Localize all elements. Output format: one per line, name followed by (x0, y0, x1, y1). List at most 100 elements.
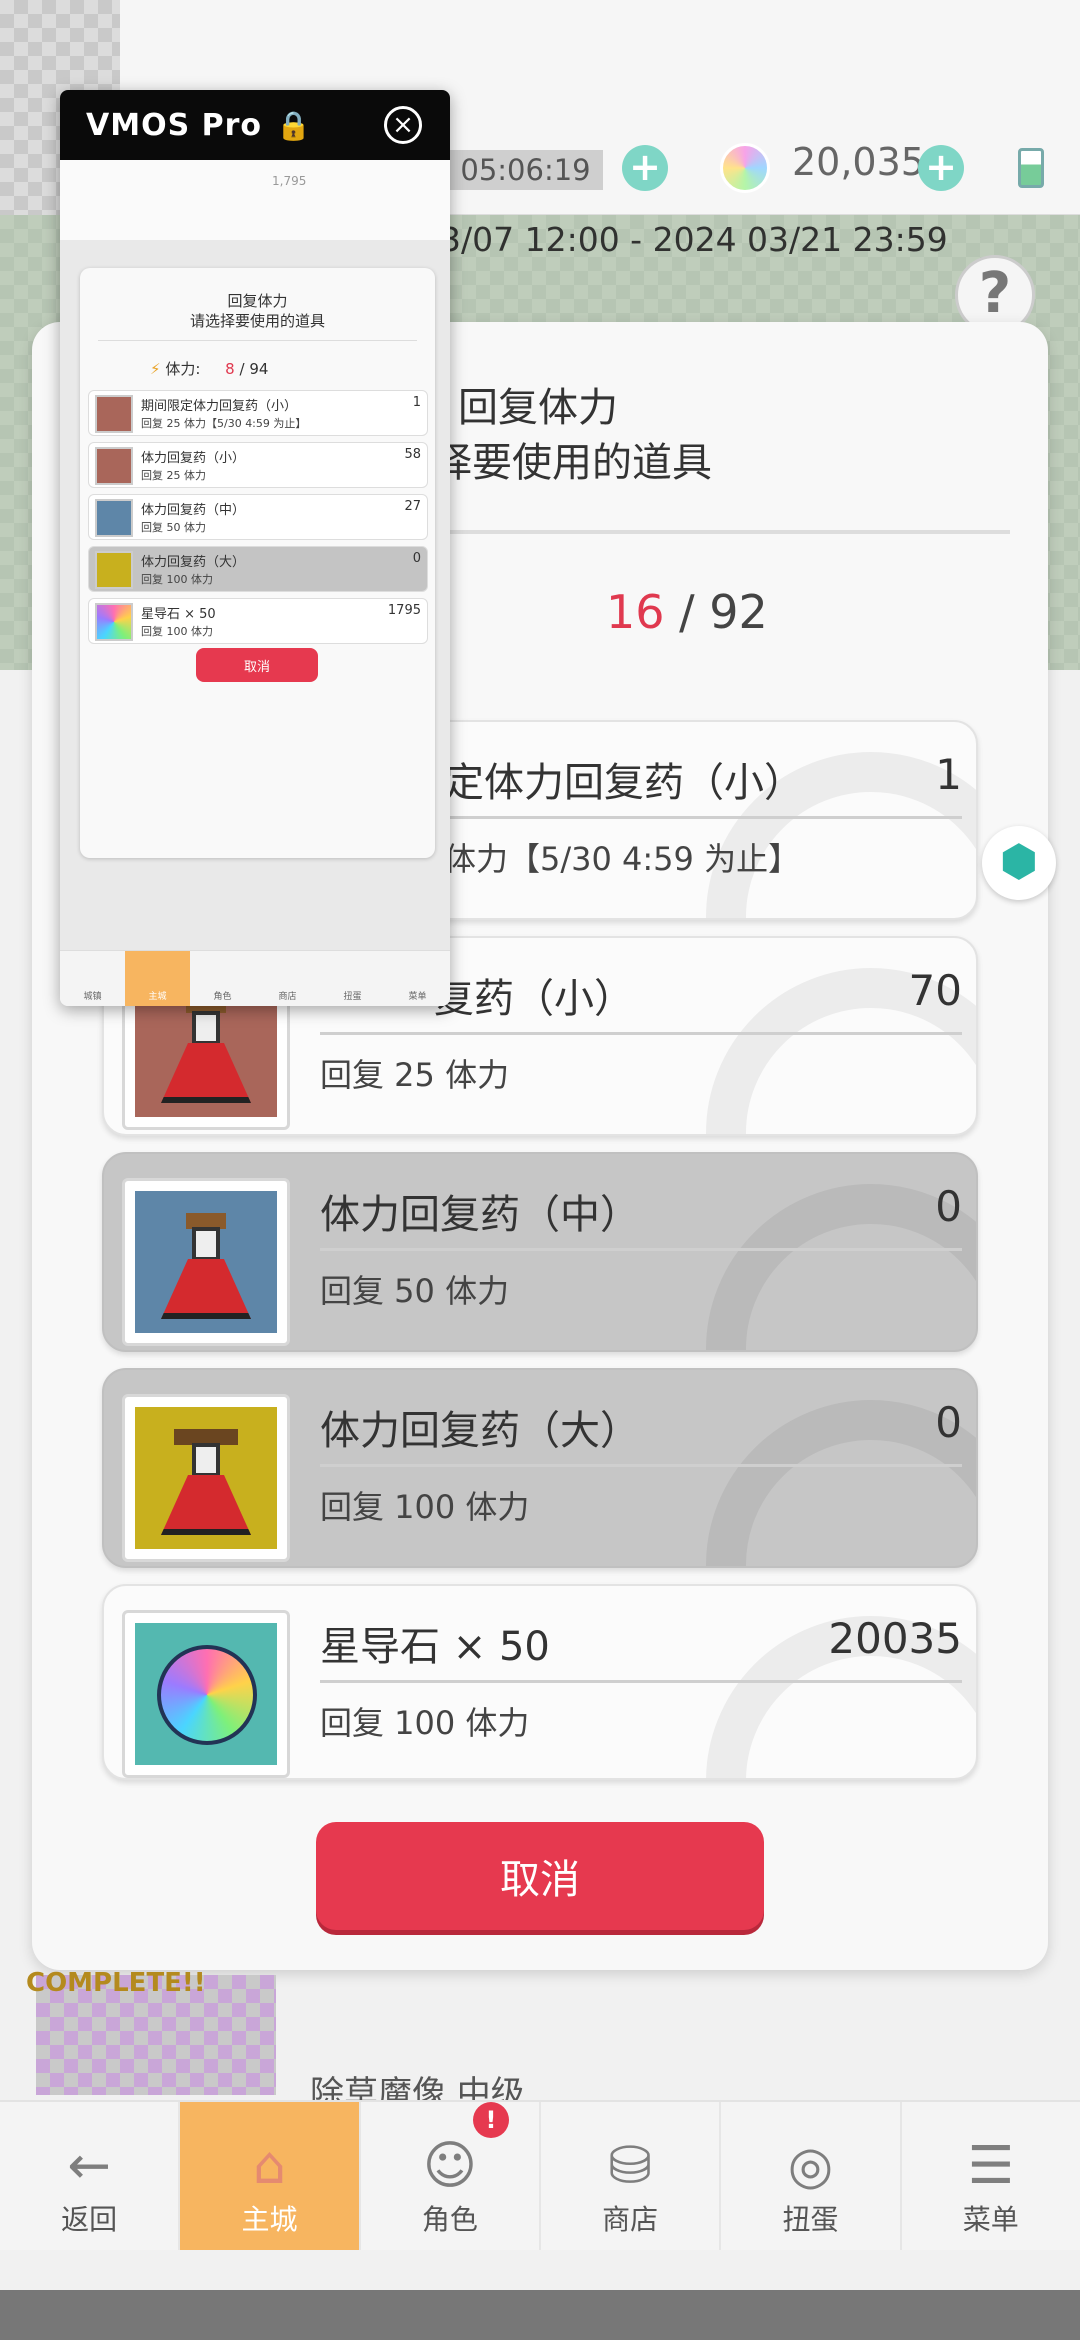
nav-label: 扭蛋 (782, 2203, 839, 2236)
nav-back[interactable]: ← 返回 (0, 2102, 181, 2250)
vmos-titlebar[interactable]: VMOS Pro 🔒 × (60, 90, 450, 160)
vmos-item-desc: 回复 100 体力 (141, 573, 213, 586)
vmos-item-count: 27 (404, 499, 421, 514)
item-count: 1 (935, 750, 962, 799)
nav-gacha[interactable]: ◎ 扭蛋 (721, 2102, 902, 2250)
star-stone-icon (122, 1610, 290, 1778)
nav-character[interactable]: ! ☺ 角色 (361, 2102, 541, 2250)
item-divider (320, 1032, 962, 1035)
vmos-item-count: 58 (404, 447, 421, 462)
nav-menu[interactable]: ☰ 菜单 (902, 2102, 1080, 2250)
vmos-screen[interactable]: 1,795 回复体力 请选择要使用的道具 ⚡ 体力: 8 / 94 期间限定体力… (60, 160, 450, 1006)
item-name: 体力回复药（中） (320, 1192, 640, 1238)
vmos-item-row[interactable]: 期间限定体力回复药（小） 1 回复 25 体力【5/30 4:59 为止】 (88, 390, 428, 436)
vmos-item-name: 星导石 × 50 (141, 607, 216, 622)
vmos-item-name: 体力回复药（大） (141, 555, 246, 570)
item-desc: 回复 100 体力 (320, 1704, 530, 1742)
vmos-cancel-button[interactable]: 取消 (196, 648, 318, 682)
star-stone-icon (95, 603, 133, 641)
item-divider (444, 816, 962, 819)
castle-icon: ⌂ (252, 2136, 286, 2196)
potion-icon (95, 551, 133, 589)
gacha-icon: ◎ (787, 2136, 834, 2196)
vmos-nav-item[interactable]: 菜单 (385, 951, 450, 1006)
vmos-item-name: 体力回复药（小） (141, 451, 246, 466)
item-count: 70 (908, 966, 962, 1015)
gem-icon (720, 143, 770, 193)
item-name: 定体力回复药（小） (444, 760, 804, 806)
item-row-star-stone[interactable]: 星导石 × 50 20035 回复 100 体力 (102, 1584, 978, 1780)
vmos-dialog-subtitle: 请选择要使用的道具 (189, 312, 325, 330)
vmos-title: VMOS Pro (86, 107, 263, 143)
vmos-bottom-nav: 城镇 主城 角色 商店 扭蛋 菜单 (60, 950, 450, 1006)
character-icon: ☺ (422, 2136, 477, 2196)
event-date: 3/07 12:00 - 2024 03/21 23:59 (440, 220, 948, 259)
vmos-item-row[interactable]: 体力回复药（中） 27 回复 50 体力 (88, 494, 428, 540)
item-name: 复药（小） (434, 976, 634, 1022)
add-stamina-button[interactable]: + (622, 145, 668, 191)
stamina-timer: 05:06:19 (448, 150, 603, 190)
nav-label: 菜单 (962, 2203, 1019, 2236)
stamina-current: 16 (606, 585, 665, 639)
vmos-item-row[interactable]: 体力回复药（小） 58 回复 25 体力 (88, 442, 428, 488)
item-desc: 体力【5/30 4:59 为止】 (444, 840, 801, 878)
vmos-stamina-label: 体力: (165, 360, 201, 378)
vmos-item-count: 0 (412, 551, 421, 566)
divider (98, 340, 417, 341)
item-count: 20035 (828, 1614, 962, 1663)
potion-icon (95, 499, 133, 537)
vmos-gem-count: 1,795 (272, 174, 307, 188)
vmos-nav-item[interactable]: 城镇 (60, 951, 125, 1006)
item-name: 体力回复药（大） (320, 1408, 640, 1454)
menu-icon: ☰ (967, 2136, 1015, 2196)
vmos-item-desc: 回复 100 体力 (141, 625, 213, 638)
item-count: 0 (935, 1398, 962, 1447)
vmos-stamina-current: 8 (225, 360, 235, 378)
stamina-value: 16 / 92 (606, 585, 768, 639)
vmos-item-desc: 回复 50 体力 (141, 521, 206, 534)
nav-main-city[interactable]: ⌂ 主城 (180, 2102, 361, 2250)
nav-label: 返回 (61, 2203, 118, 2236)
item-row-potion-large[interactable]: 体力回复药（大） 0 回复 100 体力 (102, 1368, 978, 1568)
item-divider (320, 1248, 962, 1251)
vmos-item-desc: 回复 25 体力【5/30 4:59 为止】 (141, 417, 307, 430)
item-divider (320, 1680, 962, 1683)
vmos-dialog-title: 回复体力 (227, 292, 288, 310)
vmos-stamina-max: / 94 (239, 360, 269, 378)
vmos-stamina: ⚡ 体力: 8 / 94 (150, 358, 268, 379)
vmos-item-row[interactable]: 星导石 × 50 1795 回复 100 体力 (88, 598, 428, 644)
vmos-item-count: 1795 (387, 603, 421, 618)
vmos-topbar: 1,795 (60, 160, 450, 240)
nav-label: 主城 (241, 2203, 298, 2236)
gem-count: 20,035 (792, 140, 925, 184)
divider (432, 530, 1010, 534)
nav-label: 商店 (602, 2203, 659, 2236)
lightning-icon: ⚡ (150, 360, 161, 378)
add-gems-button[interactable]: + (918, 145, 964, 191)
back-arrow-icon: ← (67, 2136, 111, 2196)
nav-label: 角色 (421, 2203, 478, 2236)
vmos-nav-item[interactable]: 扭蛋 (320, 951, 385, 1006)
potion-large-icon (122, 1394, 290, 1562)
lock-icon[interactable]: 🔒 (276, 109, 311, 142)
vmos-nav-item[interactable]: 商店 (255, 951, 320, 1006)
battery-icon (1018, 148, 1044, 188)
item-divider (320, 1464, 962, 1467)
close-icon[interactable]: × (384, 106, 422, 144)
item-row-potion-medium[interactable]: 体力回复药（中） 0 回复 50 体力 (102, 1152, 978, 1352)
bottom-nav: ← 返回 ⌂ 主城 ! ☺ 角色 ⛁ 商店 ◎ 扭蛋 ☰ 菜单 (0, 2100, 1080, 2250)
vmos-item-name: 体力回复药（中） (141, 503, 246, 518)
vmos-window[interactable]: VMOS Pro 🔒 × 1,795 回复体力 请选择要使用的道具 ⚡ 体力: … (60, 90, 450, 1006)
item-desc: 回复 100 体力 (320, 1488, 530, 1526)
vmos-item-count: 1 (412, 395, 421, 410)
cancel-button[interactable]: 取消 (316, 1822, 764, 1930)
dialog-title: 回复体力 (458, 385, 618, 431)
vmos-nav-item[interactable]: 主城 (125, 951, 190, 1006)
dialog-subtitle: 择要使用的道具 (432, 440, 712, 486)
potion-icon (95, 447, 133, 485)
vmos-nav-item[interactable]: 角色 (190, 951, 255, 1006)
potion-medium-icon (122, 1178, 290, 1346)
nav-shop[interactable]: ⛁ 商店 (541, 2102, 722, 2250)
cube-icon[interactable]: ⬢ (982, 826, 1056, 900)
vmos-item-row[interactable]: 体力回复药（大） 0 回复 100 体力 (88, 546, 428, 592)
